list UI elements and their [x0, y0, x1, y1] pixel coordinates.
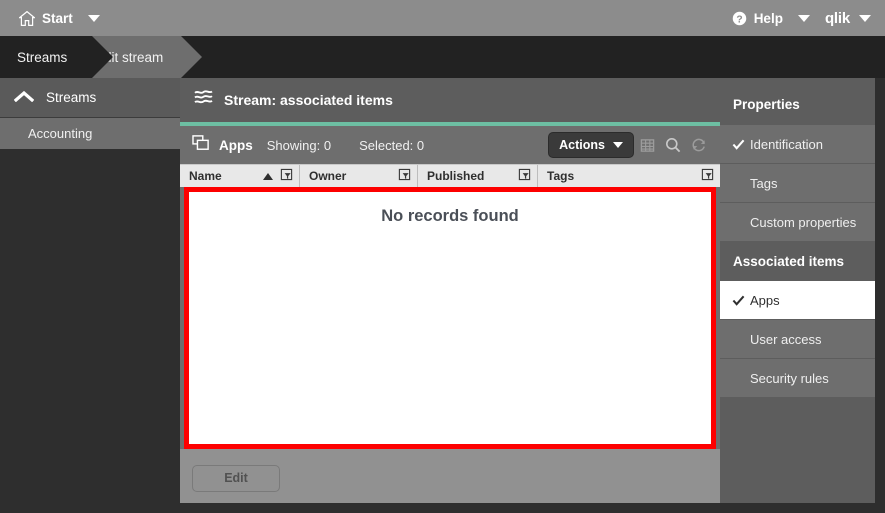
start-menu-button[interactable]: Start — [13, 0, 79, 36]
apps-label: Apps — [219, 137, 253, 153]
properties-item-label: Custom properties — [750, 214, 857, 230]
column-header-published[interactable]: Published — [418, 165, 538, 187]
start-label: Start — [42, 10, 73, 26]
account-menu-button[interactable]: qlik — [819, 0, 850, 36]
svg-text:?: ? — [736, 14, 742, 25]
help-circle-icon: ? — [732, 11, 747, 26]
associated-item-label: Apps — [750, 292, 780, 308]
breadcrumb-item-streams[interactable]: Streams — [0, 36, 113, 78]
table-body[interactable]: No records found — [184, 187, 716, 449]
associated-item-label: Security rules — [750, 370, 829, 386]
breadcrumb: Streams Edit stream — [0, 36, 885, 78]
column-header-tags[interactable]: Tags — [538, 165, 720, 187]
associated-item-label: User access — [750, 331, 822, 347]
properties-item-tags[interactable]: Tags — [720, 164, 875, 203]
chevron-up-icon — [13, 90, 35, 105]
table-body-wrapper: No records found — [180, 187, 720, 449]
column-label: Name — [189, 169, 222, 183]
associated-item-security-rules[interactable]: Security rules — [720, 359, 875, 398]
apps-label-group: Apps — [192, 134, 253, 156]
selected-count: Selected: 0 — [359, 137, 425, 153]
apps-icon — [192, 134, 210, 156]
column-header-name[interactable]: Name — [180, 165, 300, 187]
properties-item-custom-properties[interactable]: Custom properties — [720, 203, 875, 242]
help-chevron-down-icon[interactable] — [797, 14, 810, 22]
refresh-icon[interactable] — [686, 132, 712, 158]
breadcrumb-label: Streams — [17, 49, 68, 65]
filter-icon[interactable] — [518, 168, 531, 184]
stream-icon — [194, 89, 213, 111]
main-header: Stream: associated items — [180, 78, 720, 122]
sidebar-item-label: Accounting — [28, 126, 93, 141]
properties-panel: Properties Identification Tags Custom pr… — [720, 78, 875, 513]
check-icon — [732, 138, 750, 151]
properties-item-label: Identification — [750, 136, 823, 152]
sidebar: Streams Accounting — [0, 78, 180, 513]
properties-item-identification[interactable]: Identification — [720, 125, 875, 164]
main-panel: Stream: associated items Apps Showing: 0… — [180, 78, 720, 507]
home-icon — [18, 10, 36, 26]
properties-title: Properties — [720, 78, 875, 125]
help-label: Help — [753, 10, 783, 26]
chevron-down-icon[interactable] — [87, 14, 100, 22]
actions-button[interactable]: Actions — [548, 132, 634, 158]
vertical-scrollbar[interactable] — [875, 78, 885, 513]
actions-label: Actions — [559, 138, 605, 152]
table-header-row: Name Owner Published Tags — [180, 164, 720, 187]
check-icon — [732, 294, 750, 307]
top-bar-right: ? Help qlik — [726, 0, 885, 36]
bottom-strip — [0, 503, 885, 513]
page-title: Stream: associated items — [224, 92, 393, 108]
filter-icon[interactable] — [701, 168, 714, 184]
sidebar-item-accounting[interactable]: Accounting — [0, 118, 180, 149]
column-label: Owner — [309, 169, 347, 183]
top-bar-left: Start — [0, 0, 109, 36]
main-toolbar: Apps Showing: 0 Selected: 0 Actions — [180, 126, 720, 164]
scrollbar-thumb[interactable] — [875, 78, 885, 228]
table-columns-icon[interactable] — [634, 132, 660, 158]
edit-button[interactable]: Edit — [192, 464, 280, 492]
brand-label: qlik — [824, 9, 850, 27]
associated-item-apps[interactable]: Apps — [720, 281, 875, 320]
column-header-owner[interactable]: Owner — [300, 165, 418, 187]
sidebar-section-label: Streams — [46, 90, 97, 105]
chevron-down-icon — [613, 142, 623, 148]
sort-ascending-icon[interactable] — [263, 172, 273, 180]
top-bar: Start ? Help qlik — [0, 0, 885, 36]
filter-icon[interactable] — [280, 168, 293, 184]
associated-items-title: Associated items — [720, 242, 875, 281]
column-label: Published — [427, 169, 485, 183]
help-button[interactable]: ? Help — [726, 0, 789, 36]
empty-state-message: No records found — [381, 207, 519, 225]
column-label: Tags — [547, 169, 575, 183]
account-chevron-down-icon[interactable] — [859, 14, 871, 22]
showing-count: Showing: 0 — [266, 137, 332, 153]
search-icon[interactable] — [660, 132, 686, 158]
properties-item-label: Tags — [750, 175, 778, 191]
main-footer: Edit — [180, 449, 720, 507]
associated-items-group: Apps User access Security rules — [720, 281, 875, 398]
sidebar-section-streams[interactable]: Streams — [0, 78, 180, 118]
filter-icon[interactable] — [398, 168, 411, 184]
properties-group: Identification Tags Custom properties — [720, 125, 875, 242]
app-root: Start ? Help qlik Streams Edit stream St… — [0, 0, 885, 513]
associated-item-user-access[interactable]: User access — [720, 320, 875, 359]
